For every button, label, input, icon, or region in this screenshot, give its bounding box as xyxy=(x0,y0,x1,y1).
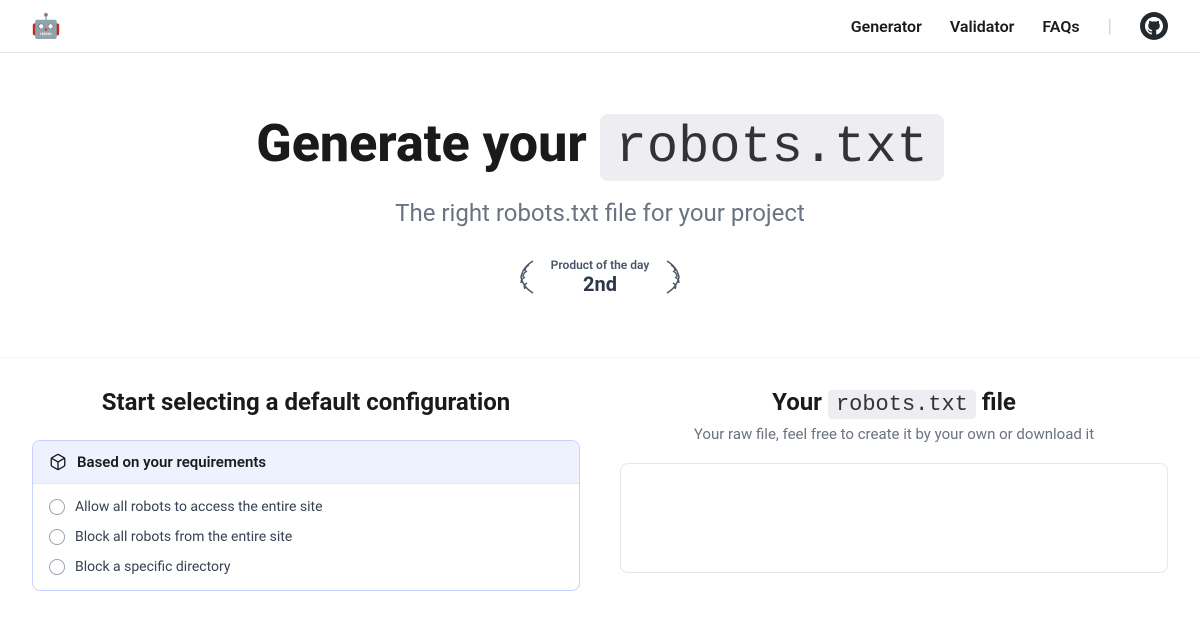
badge-rank: 2nd xyxy=(551,272,650,296)
logo-icon[interactable]: 🤖 xyxy=(32,12,60,40)
config-column: Start selecting a default configuration … xyxy=(32,388,580,591)
header: 🤖 Generator Validator FAQs | xyxy=(0,0,1200,53)
output-title-prefix: Your xyxy=(772,388,828,416)
radio-allow-all[interactable]: Allow all robots to access the entire si… xyxy=(33,492,579,522)
radio-icon xyxy=(49,529,65,545)
radio-list: Allow all robots to access the entire si… xyxy=(33,484,579,590)
content: Start selecting a default configuration … xyxy=(0,357,1200,591)
output-title-code: robots.txt xyxy=(828,390,976,419)
radio-label: Block a specific directory xyxy=(75,559,230,575)
package-icon xyxy=(49,453,67,471)
hero-title-prefix: Generate your xyxy=(256,113,599,174)
output-title: Your robots.txt file xyxy=(620,388,1168,417)
output-subtitle: Your raw file, feel free to create it by… xyxy=(620,425,1168,443)
hero-title-code: robots.txt xyxy=(600,114,944,181)
nav: Generator Validator FAQs | xyxy=(851,12,1168,40)
badge-text: Product of the day 2nd xyxy=(551,258,650,296)
hero: Generate your robots.txt The right robot… xyxy=(0,53,1200,337)
radio-icon xyxy=(49,499,65,515)
hero-title: Generate your robots.txt xyxy=(20,113,1180,179)
product-badge[interactable]: Product of the day 2nd xyxy=(20,257,1180,297)
radio-icon xyxy=(49,559,65,575)
hero-subtitle: The right robots.txt file for your proje… xyxy=(20,199,1180,227)
config-header-text: Based on your requirements xyxy=(77,453,266,471)
radio-label: Allow all robots to access the entire si… xyxy=(75,499,323,515)
nav-faqs[interactable]: FAQs xyxy=(1042,17,1079,36)
badge-label: Product of the day xyxy=(551,258,650,272)
radio-block-all[interactable]: Block all robots from the entire site xyxy=(33,522,579,552)
radio-label: Block all robots from the entire site xyxy=(75,529,292,545)
output-title-suffix: file xyxy=(976,388,1016,416)
laurel-left-icon xyxy=(515,257,539,297)
nav-validator[interactable]: Validator xyxy=(950,17,1015,36)
output-box[interactable] xyxy=(620,463,1168,573)
github-icon[interactable] xyxy=(1140,12,1168,40)
nav-divider: | xyxy=(1108,16,1112,37)
nav-generator[interactable]: Generator xyxy=(851,17,922,36)
radio-block-dir[interactable]: Block a specific directory xyxy=(33,552,579,582)
config-title: Start selecting a default configuration xyxy=(32,388,580,416)
config-box: Based on your requirements Allow all rob… xyxy=(32,440,580,591)
config-header: Based on your requirements xyxy=(33,441,579,484)
laurel-right-icon xyxy=(661,257,685,297)
output-column: Your robots.txt file Your raw file, feel… xyxy=(620,388,1168,591)
